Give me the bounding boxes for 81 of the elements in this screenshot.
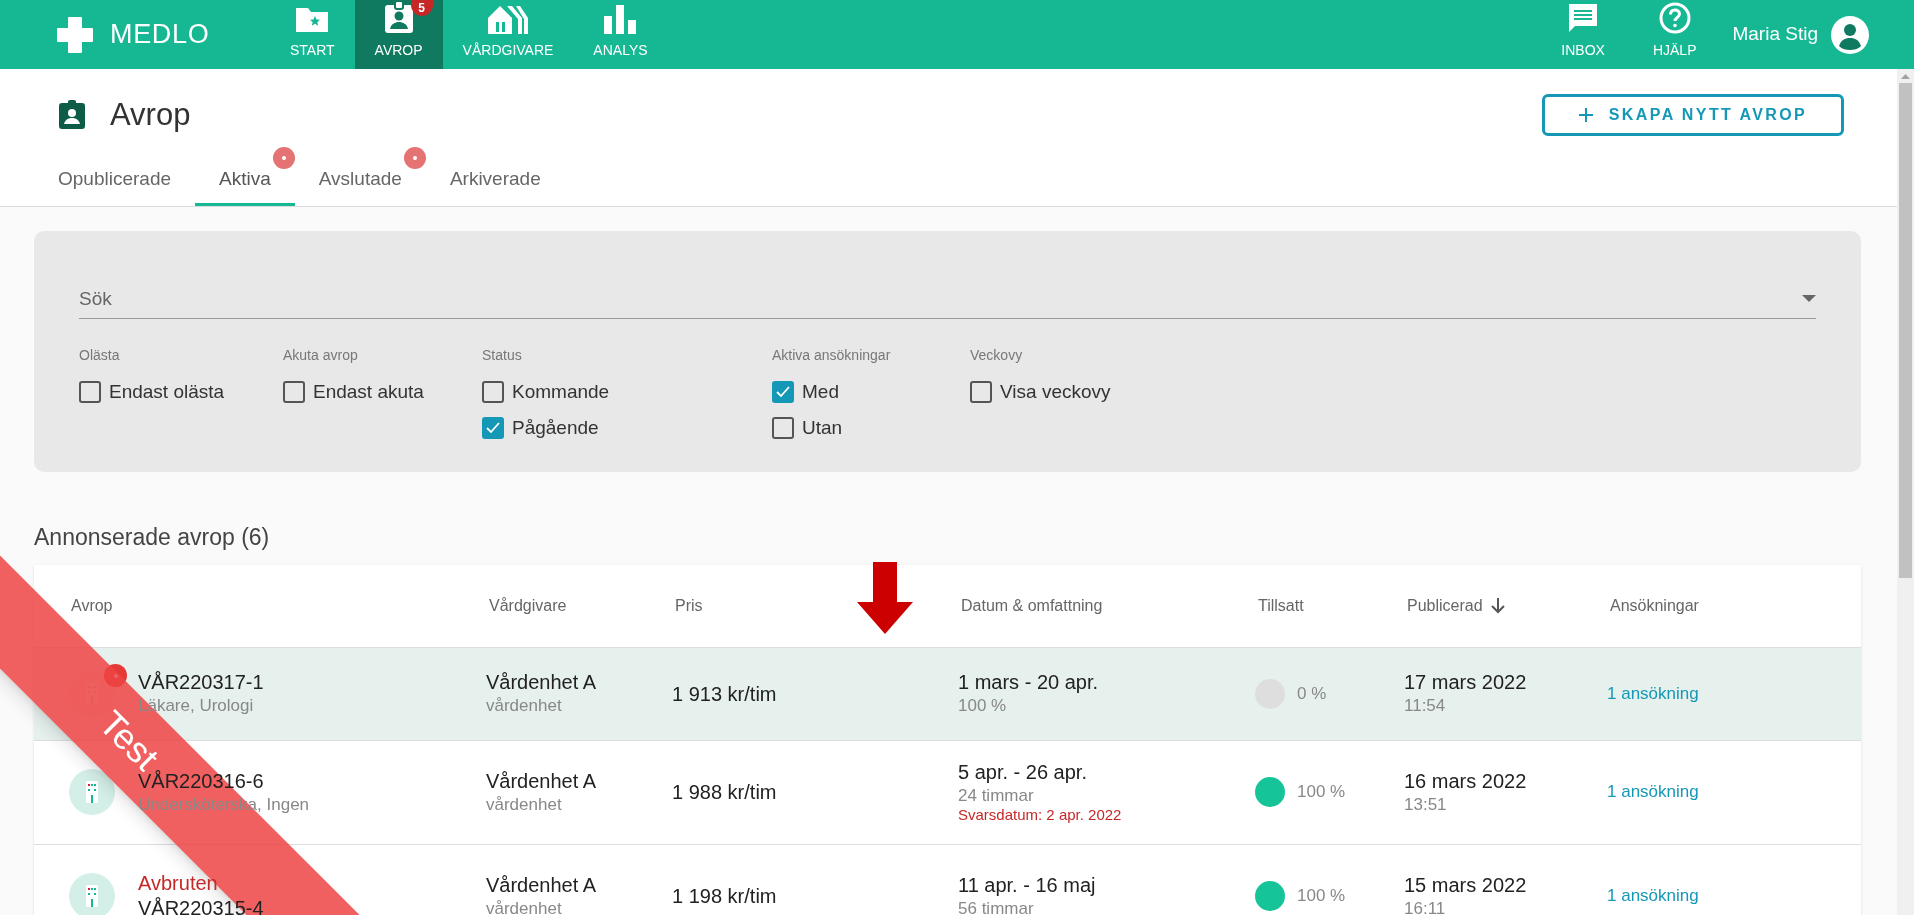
provider-name: Vårdenhet A [486,768,598,794]
published-time: 16:11 [1404,897,1447,915]
date-range: 1 mars - 20 apr. [958,670,1100,696]
date-range: 5 apr. - 26 apr. [958,759,1088,785]
checkbox[interactable]: Pågående [482,410,772,446]
app-logo-text: MEDLO [110,18,210,52]
checkbox-box[interactable] [772,417,794,439]
search-field[interactable]: Sök [79,279,1802,318]
applications-link[interactable]: 1 ansökning [1607,886,1699,906]
applications-link[interactable]: 1 ansökning [1607,683,1699,703]
filter-label: Olästa [79,346,121,365]
published-date: 15 mars 2022 [1404,872,1528,898]
checkbox-box[interactable] [482,381,504,403]
provider-type: vårdenhet [486,695,563,717]
tab[interactable]: Opublicerade [34,146,196,206]
checkbox[interactable]: Utan [772,410,970,446]
checkbox-box[interactable] [79,381,101,403]
column-header[interactable]: Pris [675,593,703,618]
cross-logo-icon [56,15,94,54]
provider-name: Vårdenhet A [486,872,598,898]
checkbox-box[interactable] [772,381,794,403]
filter-label: Veckovy [970,346,1024,365]
checkbox[interactable]: Endast olästa [79,374,283,410]
filter-label: Status [482,346,523,365]
tab[interactable]: Avslutade [294,146,426,206]
buildings-icon [486,4,529,34]
tab[interactable]: Aktiva [195,146,295,206]
caret-icon[interactable] [1802,295,1816,302]
filled-percent: 100 % [1297,885,1346,908]
column-header[interactable]: Vårdgivare [489,593,567,618]
user-name: Maria Stig [1732,22,1818,47]
scrollbar[interactable] [1897,69,1914,915]
applications-link[interactable]: 1 ansökning [1607,782,1699,802]
provider-type: vårdenhet [486,897,563,915]
scope-text: 56 timmar [958,897,1035,915]
checkbox-box[interactable] [283,381,305,403]
price-text: 1 988 kr/tim [672,781,777,803]
deadline-text: Svarsdatum: 2 apr. 2022 [958,805,1123,825]
price-text: 1 198 kr/tim [672,885,777,907]
filled-percent: 100 % [1297,781,1346,804]
section-title: Annonserade avrop (6) [34,523,271,552]
filter-label: Aktiva ansökningar [772,346,892,365]
published-date: 16 mars 2022 [1404,768,1528,794]
checkbox[interactable]: Visa veckovy [970,374,1170,410]
status-text: Avbruten [138,871,219,896]
checkbox[interactable]: Endast akuta [283,374,482,410]
checkbox-box[interactable] [482,417,504,439]
tab[interactable]: Arkiverade [425,146,565,206]
column-header[interactable]: Publicerad [1407,593,1483,618]
page-title: Avrop [110,96,191,134]
scope-text: 24 timmar [958,784,1035,806]
price-text: 1 913 kr/tim [672,682,777,705]
checkbox-box[interactable] [970,381,992,403]
sort-arrow-icon [1490,597,1505,614]
scope-text: 100 % [958,695,1008,717]
help-icon [1658,2,1691,34]
nav-tab[interactable]: AVROP 5 [354,0,443,69]
provider-type: vårdenhet [486,793,563,816]
id-badge-icon [383,0,414,34]
published-time: 11:54 [1404,695,1447,717]
notification-badge: 5 [410,0,433,16]
column-header[interactable]: Ansökningar [1610,593,1699,618]
checkbox[interactable]: Kommande [482,374,772,410]
create-button[interactable]: SKAPA NYTT AVROP [1542,94,1844,137]
plus-icon [1578,108,1593,123]
filled-percent: 0 % [1297,682,1327,705]
column-header[interactable]: Datum & omfattning [961,593,1103,618]
avatar-icon[interactable] [1830,14,1870,55]
down-arrow-icon [857,562,913,634]
id-badge-icon [58,100,86,131]
filter-label: Akuta avrop [283,346,359,365]
column-header[interactable]: Avrop [71,593,113,618]
provider-name: Vårdenhet A [486,670,598,696]
folder-star-icon [294,6,331,34]
column-header[interactable]: Tillsatt [1258,593,1304,618]
checkbox[interactable]: Med [772,374,970,410]
bar-chart-icon [603,4,638,34]
published-time: 13:51 [1404,793,1448,816]
assignment-id[interactable]: VÅR220317-1 [138,670,264,696]
published-date: 17 mars 2022 [1404,670,1528,696]
date-range: 11 apr. - 16 maj [958,872,1097,898]
